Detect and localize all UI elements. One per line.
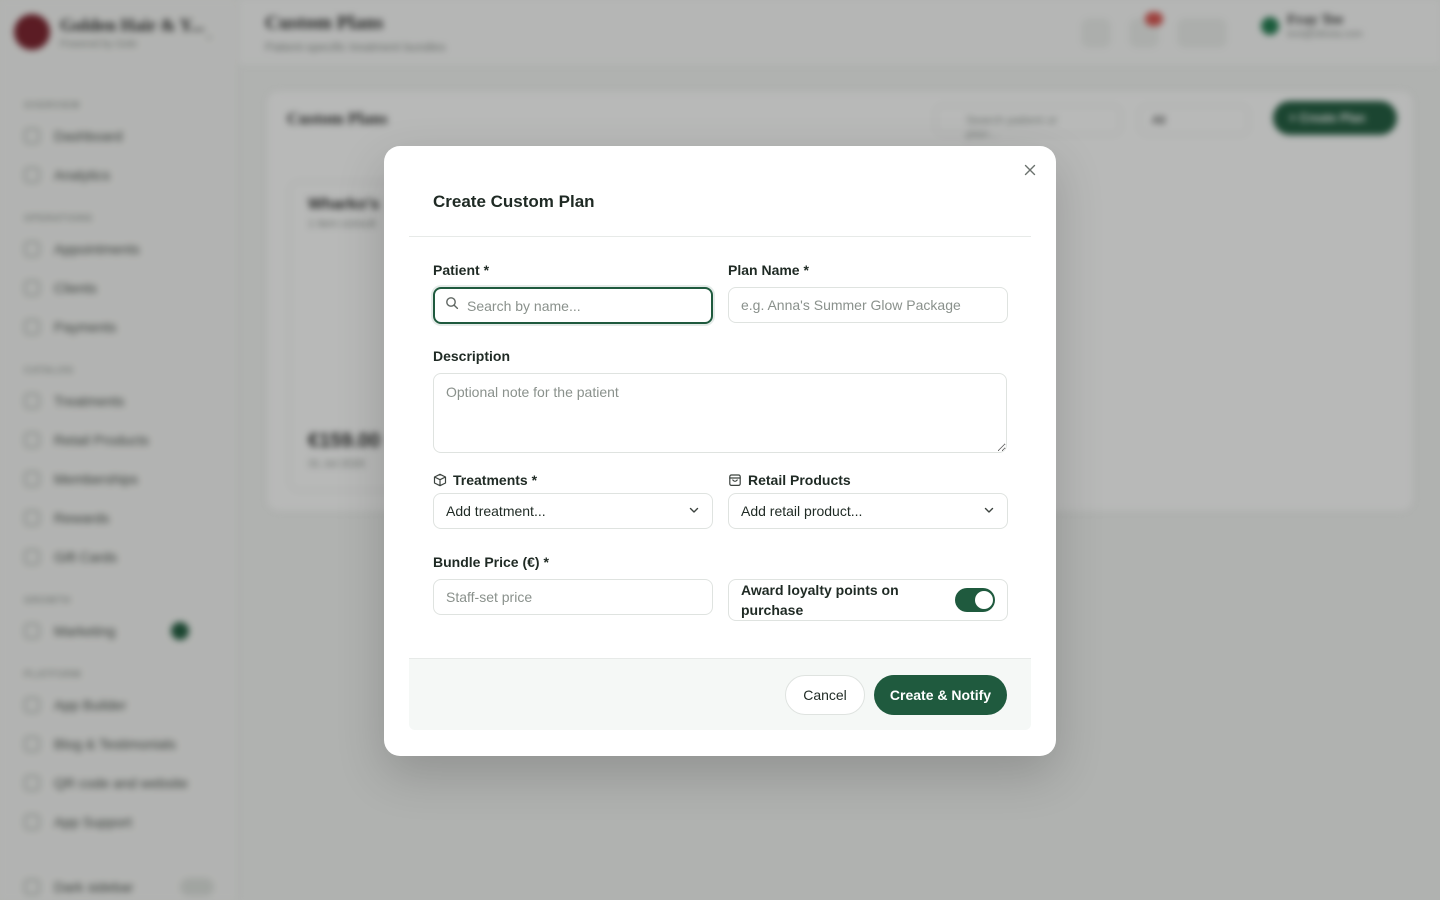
- create-plan-dialog: Create Custom Plan Patient * Plan Name *…: [384, 146, 1056, 756]
- plan-name-label-text: Plan Name *: [728, 262, 809, 278]
- toggle-knob: [975, 591, 993, 609]
- bundle-price-label: Bundle Price (€) *: [433, 554, 549, 570]
- plan-name-label: Plan Name *: [728, 262, 809, 278]
- package-icon: [433, 473, 447, 487]
- description-label-text: Description: [433, 348, 511, 364]
- treatment-select-value: Add treatment...: [446, 503, 546, 519]
- cancel-button[interactable]: Cancel: [785, 675, 865, 715]
- loyalty-points-label: Award loyalty points on purchase: [741, 582, 899, 618]
- description-label: Description: [433, 348, 510, 364]
- chevron-down-icon: [688, 503, 700, 519]
- search-icon: [445, 296, 459, 315]
- dialog-footer: Cancel Create & Notify: [409, 658, 1031, 730]
- retail-product-select-value: Add retail product...: [741, 503, 863, 519]
- chevron-down-icon: [983, 503, 995, 519]
- patient-label: Patient *: [433, 262, 489, 278]
- shopping-bag-icon: [728, 473, 742, 487]
- loyalty-points-toggle[interactable]: [955, 588, 995, 612]
- header-divider: [409, 236, 1031, 237]
- loyalty-points-row: Award loyalty points on purchase: [728, 579, 1008, 621]
- bundle-price-input[interactable]: [433, 579, 713, 615]
- create-notify-button[interactable]: Create & Notify: [874, 675, 1007, 715]
- treatment-select[interactable]: Add treatment...: [433, 493, 713, 529]
- patient-search-input[interactable]: [467, 297, 687, 314]
- description-textarea[interactable]: [433, 373, 1007, 453]
- treatments-label-text: Treatments *: [453, 472, 538, 488]
- dialog-title: Create Custom Plan: [433, 192, 595, 211]
- bundle-price-label-text: Bundle Price (€) *: [433, 554, 549, 570]
- patient-label-text: Patient *: [433, 262, 490, 278]
- patient-search-field[interactable]: [433, 287, 713, 324]
- retail-product-select[interactable]: Add retail product...: [728, 493, 1008, 529]
- retail-products-label-text: Retail Products: [748, 472, 851, 488]
- plan-name-input[interactable]: [728, 287, 1008, 323]
- close-icon[interactable]: [1022, 162, 1038, 178]
- treatments-label: Treatments *: [433, 472, 537, 488]
- retail-products-label: Retail Products: [728, 472, 851, 488]
